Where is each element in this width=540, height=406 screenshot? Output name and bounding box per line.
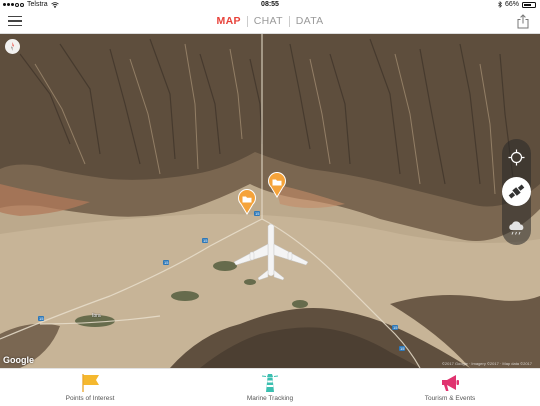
lighthouse-icon bbox=[261, 374, 279, 392]
status-time: 08:55 bbox=[261, 1, 279, 8]
compass-icon[interactable] bbox=[5, 39, 20, 54]
satellite-map[interactable]: 15 15 15 15 15 15 Ibra Google ©2017 Goog… bbox=[0, 34, 540, 368]
bottom-item-tourism-events[interactable]: Tourism & Events bbox=[390, 373, 510, 402]
bottom-tab-bar: Points of Interest Marine Tracking Touri… bbox=[0, 368, 540, 406]
highway-shield-label: 15 bbox=[202, 238, 209, 243]
bluetooth-icon bbox=[498, 1, 502, 8]
terrain-imagery bbox=[0, 34, 540, 368]
battery-fill bbox=[524, 3, 531, 6]
flag-icon bbox=[82, 374, 99, 392]
crosshair-icon[interactable] bbox=[502, 143, 531, 172]
folder-marker-icon[interactable] bbox=[237, 189, 257, 215]
airplane-icon bbox=[233, 223, 309, 281]
battery-icon bbox=[522, 1, 536, 8]
battery-percent: 66% bbox=[504, 1, 519, 8]
megaphone-icon bbox=[442, 375, 459, 391]
bottom-item-points-of-interest[interactable]: Points of Interest bbox=[30, 373, 150, 402]
bottom-item-marine-tracking[interactable]: Marine Tracking bbox=[210, 373, 330, 402]
highway-shield-label: 15 bbox=[38, 316, 45, 321]
bottom-item-label: Points of Interest bbox=[65, 395, 115, 402]
nav-bar: MAP CHAT DATA bbox=[0, 11, 540, 34]
tab-chat[interactable]: CHAT bbox=[248, 15, 289, 27]
compass-needle-icon bbox=[11, 42, 14, 51]
bottom-item-label: Tourism & Events bbox=[424, 395, 476, 402]
status-right: 66% bbox=[498, 1, 536, 8]
tab-bar: MAP CHAT DATA bbox=[0, 15, 540, 27]
weather-cloud-icon[interactable] bbox=[502, 213, 531, 242]
share-icon[interactable] bbox=[517, 14, 529, 29]
tab-map[interactable]: MAP bbox=[211, 15, 247, 27]
google-logo: Google bbox=[3, 355, 34, 365]
status-bar: Telstra 08:55 66% bbox=[0, 0, 540, 11]
highway-shield-label: 15 bbox=[163, 260, 170, 265]
satellite-toggle-button[interactable] bbox=[502, 177, 531, 206]
bottom-item-label: Marine Tracking bbox=[246, 395, 294, 402]
highway-shield-label: 15 bbox=[392, 325, 399, 330]
map-attribution: ©2017 Google · Imagery ©2017 · Map data … bbox=[441, 361, 532, 366]
folder-marker-icon[interactable] bbox=[267, 172, 287, 198]
tab-data[interactable]: DATA bbox=[290, 15, 330, 27]
map-controls bbox=[502, 139, 531, 245]
place-label: Ibra bbox=[92, 313, 101, 319]
satellite-icon bbox=[508, 184, 525, 199]
highway-shield-label: 15 bbox=[399, 346, 406, 351]
